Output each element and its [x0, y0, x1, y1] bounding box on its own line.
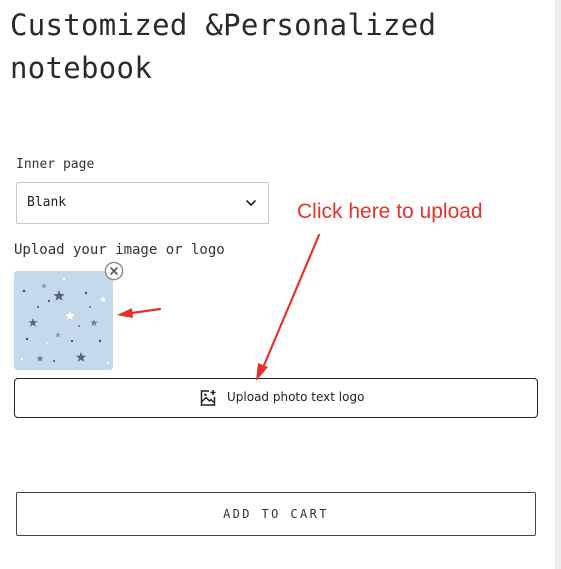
arrow-to-thumbnail — [117, 307, 162, 318]
stars-pattern-image — [14, 271, 113, 370]
inner-page-label: Inner page — [16, 157, 95, 172]
upload-photo-button[interactable]: Upload photo text logo — [14, 378, 538, 418]
arrow-to-upload-button — [256, 233, 321, 381]
annotation-text: Click here to upload — [297, 200, 483, 223]
page-right-edge — [555, 0, 561, 569]
uploaded-image-thumbnail[interactable] — [14, 271, 113, 370]
inner-page-selected-value: Blank — [27, 195, 67, 210]
upload-image-label: Upload your image or logo — [14, 242, 225, 258]
close-circle-icon[interactable] — [104, 261, 124, 281]
upload-photo-button-label: Upload photo text logo — [227, 390, 365, 404]
product-title: Customized &Personalized notebook — [10, 8, 437, 85]
add-to-cart-button[interactable]: ADD TO CART — [16, 492, 536, 536]
image-upload-icon — [200, 390, 216, 406]
chevron-down-icon — [246, 200, 256, 206]
inner-page-select[interactable]: Blank — [16, 182, 269, 224]
